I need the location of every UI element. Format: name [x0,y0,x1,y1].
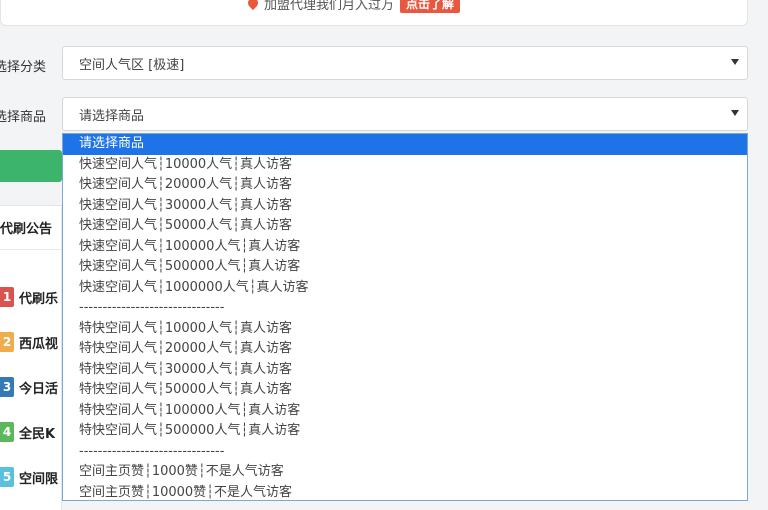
announcement-number-badge: 3 [0,377,14,397]
submit-button[interactable] [0,150,62,182]
category-select-value: 空间人气区 [极速] [79,57,185,73]
announcement-number-badge: 4 [0,422,14,442]
dropdown-option[interactable]: 快速空间人气┆1000000人气┆真人访客 [63,278,747,299]
chevron-down-icon [731,110,739,116]
dropdown-option[interactable]: 快速空间人气┆10000人气┆真人访客 [63,155,747,176]
dropdown-option[interactable]: 特快空间人气┆100000人气┆真人访客 [63,401,747,422]
dropdown-option[interactable]: 快速空间人气┆30000人气┆真人访客 [63,196,747,217]
dropdown-option[interactable]: 空间主页赞┆10000赞┆不是人气访客 [63,483,747,501]
product-dropdown[interactable]: 请选择商品 快速空间人气┆10000人气┆真人访客 快速空间人气┆20000人气┆真… [62,133,748,501]
dropdown-option[interactable]: 快速空间人气┆20000人气┆真人访客 [63,175,747,196]
announcement-number-badge: 5 [0,467,14,487]
announcement-item-text: 空间限 [19,471,59,487]
announcement-item[interactable]: 5 空间限 [0,463,58,491]
announcement-item[interactable]: 2 西瓜视 [0,328,58,356]
option-separator: ------------------------------- [79,300,225,315]
category-select[interactable]: 空间人气区 [极速] [62,46,748,80]
announcement-item[interactable]: 4 全民K [0,418,55,446]
learn-more-button[interactable]: 点击了解 [400,0,461,13]
announcement-title: 代刷公告 [0,206,61,250]
dropdown-option[interactable]: 特快空间人气┆20000人气┆真人访客 [63,339,747,360]
dropdown-option[interactable]: 快速空间人气┆500000人气┆真人访客 [63,257,747,278]
dropdown-option[interactable]: 特快空间人气┆10000人气┆真人访客 [63,319,747,340]
product-select-value: 请选择商品 [79,108,145,124]
dropdown-option[interactable]: 快速空间人气┆100000人气┆真人访客 [63,237,747,258]
chevron-down-icon [731,59,739,65]
product-select[interactable]: 请选择商品 [62,97,748,131]
banner-text: 加盟代理我们月入过万 [264,0,395,13]
product-label: 选择商品 [0,110,47,125]
category-label: 选择分类 [0,60,47,75]
announcement-item-text: 全民K [19,426,56,442]
dropdown-option[interactable]: 快速空间人气┆50000人气┆真人访客 [63,216,747,237]
dropdown-option[interactable]: 特快空间人气┆30000人气┆真人访客 [63,360,747,381]
announcement-item-text: 西瓜视 [19,336,59,352]
announcement-item[interactable]: 1 代刷乐 [0,283,58,311]
dropdown-option[interactable]: 请选择商品 [63,134,747,155]
option-separator: ------------------------------- [79,443,225,459]
location-pin-icon [245,0,261,11]
dropdown-option[interactable]: 特快空间人气┆500000人气┆真人访客 [63,421,747,442]
banner: 加盟代理我们月入过万 点击了解 [245,0,461,13]
announcement-item-text: 今日活 [19,381,59,397]
dropdown-option[interactable]: 特快空间人气┆50000人气┆真人访客 [63,380,747,401]
announcement-number-badge: 2 [0,332,14,352]
announcement-number-badge: 1 [0,287,14,307]
announcement-item[interactable]: 3 今日活 [0,373,58,401]
dropdown-option[interactable]: 空间主页赞┆1000赞┆不是人气访客 [63,462,747,483]
announcement-item-text: 代刷乐 [19,291,59,307]
